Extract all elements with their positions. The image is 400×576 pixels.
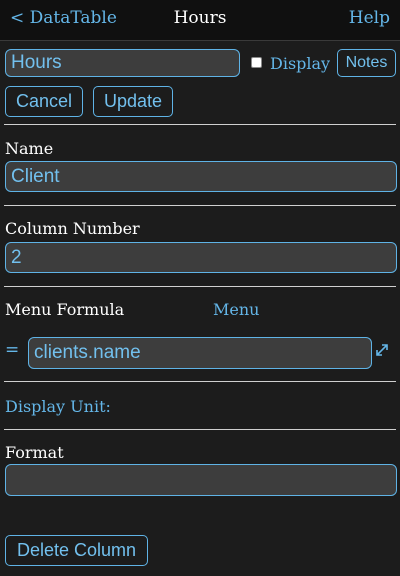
page-title: Hours bbox=[173, 8, 227, 28]
help-link[interactable]: Help bbox=[349, 8, 390, 28]
divider-4 bbox=[4, 381, 396, 382]
menu-formula-label: Menu Formula bbox=[5, 300, 125, 319]
name-input[interactable] bbox=[5, 161, 397, 192]
name-label: Name bbox=[5, 139, 54, 158]
cancel-button[interactable]: Cancel bbox=[5, 86, 83, 117]
menu-formula-input[interactable] bbox=[28, 337, 372, 369]
column-number-input[interactable] bbox=[5, 242, 397, 273]
equals-sign: = bbox=[5, 340, 20, 360]
format-label: Format bbox=[5, 443, 64, 462]
top-nav-bar: < DataTable Hours Help bbox=[0, 0, 400, 41]
delete-column-button[interactable]: Delete Column bbox=[5, 535, 148, 566]
divider-1 bbox=[4, 124, 396, 125]
display-unit-link[interactable]: Display Unit: bbox=[5, 397, 111, 416]
column-number-label: Column Number bbox=[5, 219, 140, 238]
format-input[interactable] bbox=[5, 464, 397, 496]
menu-link[interactable]: Menu bbox=[213, 300, 259, 319]
display-label: Display bbox=[270, 54, 331, 73]
expand-arrows-icon[interactable] bbox=[374, 342, 390, 358]
divider-5 bbox=[4, 429, 396, 430]
divider-2 bbox=[4, 205, 396, 206]
divider-3 bbox=[4, 286, 396, 287]
update-button[interactable]: Update bbox=[93, 86, 173, 117]
column-name-input[interactable] bbox=[5, 49, 240, 77]
display-checkbox[interactable] bbox=[251, 57, 262, 68]
notes-button[interactable]: Notes bbox=[337, 49, 396, 77]
